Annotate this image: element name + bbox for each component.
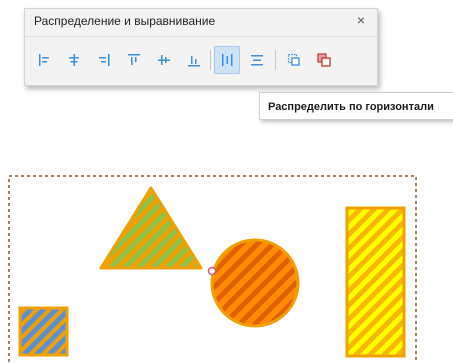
panel-divider — [25, 36, 377, 37]
square-shape[interactable] — [18, 306, 69, 357]
triangle-shape[interactable] — [99, 186, 203, 270]
align-top-button[interactable] — [121, 46, 147, 74]
align-right-button[interactable] — [91, 46, 117, 74]
align-bottom-icon — [188, 56, 200, 67]
match-size-button[interactable] — [311, 46, 337, 74]
align-right-icon — [99, 54, 110, 66]
align-left-icon — [39, 54, 49, 66]
toolbar-separator — [210, 50, 211, 70]
distribute-horizontally-icon — [222, 54, 233, 66]
distribute-vertically-button[interactable] — [244, 46, 270, 74]
align-distribute-panel: Распределение и выравнивание × — [24, 8, 378, 86]
close-icon[interactable]: × — [354, 13, 368, 27]
distribute-horizontally-button[interactable] — [214, 46, 240, 74]
circle-shape[interactable] — [210, 238, 300, 328]
distribute-vertically-icon — [251, 55, 263, 66]
align-center-horizontal-icon — [69, 54, 79, 66]
rectangle-shape[interactable] — [345, 206, 406, 358]
tooltip: Распределить по горизонтали — [259, 92, 453, 120]
align-middle-vertical-icon — [158, 55, 170, 65]
toolbar-separator — [275, 50, 276, 70]
align-top-icon — [128, 54, 140, 65]
align-left-button[interactable] — [31, 46, 57, 74]
match-width-icon — [287, 53, 300, 66]
align-center-horizontal-button[interactable] — [61, 46, 87, 74]
match-size-icon — [317, 53, 331, 67]
match-width-button[interactable] — [281, 46, 307, 74]
align-bottom-button[interactable] — [181, 46, 207, 74]
panel-title: Распределение и выравнивание — [34, 14, 216, 28]
selection-handle[interactable] — [207, 266, 217, 276]
align-middle-vertical-button[interactable] — [151, 46, 177, 74]
